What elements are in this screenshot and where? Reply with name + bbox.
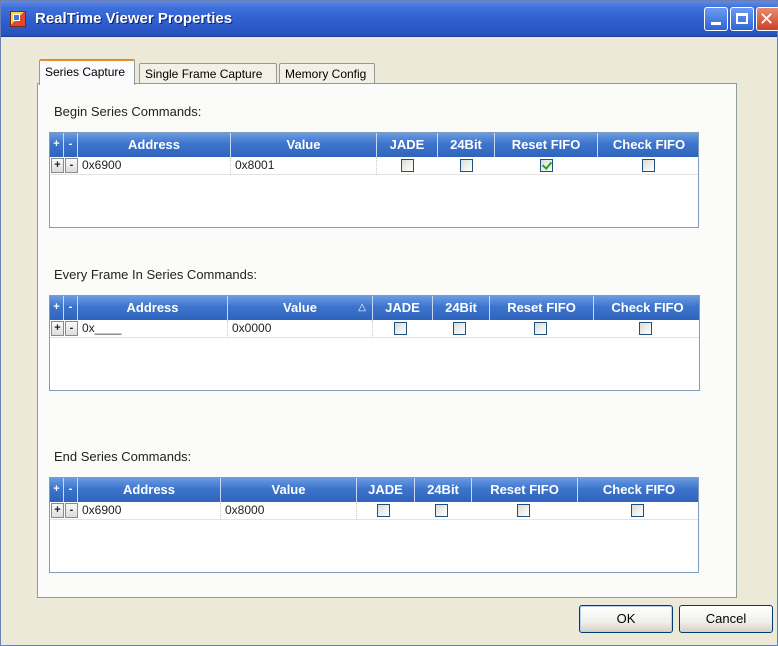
maximize-button[interactable]	[730, 7, 754, 31]
table-row: + - 0x6900 0x8001	[50, 157, 698, 175]
properties-dialog: RealTime Viewer Properties ✕ Series Capt…	[0, 0, 778, 646]
jade-checkbox[interactable]	[377, 504, 390, 517]
value-column-header[interactable]: Value	[231, 133, 377, 157]
bit24-column-header[interactable]: 24Bit	[433, 296, 490, 320]
address-cell[interactable]: 0x____	[78, 320, 228, 338]
value-cell[interactable]: 0x0000	[228, 320, 373, 338]
address-cell[interactable]: 0x6900	[78, 157, 231, 175]
reset-fifo-checkbox[interactable]	[540, 159, 553, 172]
reset-fifo-column-header[interactable]: Reset FIFO	[495, 133, 598, 157]
value-cell[interactable]: 0x8001	[231, 157, 377, 175]
bit24-checkbox[interactable]	[453, 322, 466, 335]
end-series-label: End Series Commands:	[54, 449, 192, 464]
close-icon: ✕	[759, 9, 775, 29]
check-fifo-checkbox[interactable]	[642, 159, 655, 172]
begin-series-label: Begin Series Commands:	[54, 104, 202, 119]
remove-column-header[interactable]: -	[64, 478, 78, 502]
cancel-button[interactable]: Cancel	[679, 605, 773, 633]
app-icon	[10, 11, 26, 27]
every-frame-grid: + - Address Value △ JADE 24Bit Reset FIF…	[49, 295, 700, 391]
window-title: RealTime Viewer Properties	[35, 10, 233, 27]
bit24-checkbox[interactable]	[435, 504, 448, 517]
value-column-header[interactable]: Value	[221, 478, 357, 502]
grid-header: + - Address Value JADE 24Bit Reset FIFO …	[50, 478, 698, 502]
check-fifo-column-header[interactable]: Check FIFO	[594, 296, 701, 320]
tab-series-capture[interactable]: Series Capture	[39, 59, 135, 85]
jade-column-header[interactable]: JADE	[377, 133, 438, 157]
minimize-icon	[711, 22, 721, 25]
close-button[interactable]: ✕	[756, 7, 778, 31]
every-frame-label: Every Frame In Series Commands:	[54, 267, 258, 282]
value-column-header[interactable]: Value △	[228, 296, 373, 320]
table-row: + - 0x____ 0x0000	[50, 320, 699, 338]
add-row-button[interactable]: +	[51, 158, 64, 173]
check-fifo-checkbox[interactable]	[639, 322, 652, 335]
remove-row-button[interactable]: -	[65, 158, 78, 173]
jade-column-header[interactable]: JADE	[373, 296, 433, 320]
add-column-header[interactable]: +	[50, 478, 64, 502]
check-fifo-column-header[interactable]: Check FIFO	[598, 133, 700, 157]
remove-column-header[interactable]: -	[64, 133, 78, 157]
remove-row-button[interactable]: -	[65, 321, 78, 336]
bit24-checkbox[interactable]	[460, 159, 473, 172]
tab-memory-config[interactable]: Memory Config	[279, 63, 375, 84]
check-fifo-checkbox[interactable]	[631, 504, 644, 517]
begin-series-grid: + - Address Value JADE 24Bit Reset FIFO …	[49, 132, 699, 228]
remove-row-button[interactable]: -	[65, 503, 78, 518]
ok-button[interactable]: OK	[579, 605, 673, 633]
add-column-header[interactable]: +	[50, 296, 64, 320]
tab-single-frame-capture[interactable]: Single Frame Capture	[139, 63, 277, 84]
add-column-header[interactable]: +	[50, 133, 64, 157]
reset-fifo-column-header[interactable]: Reset FIFO	[490, 296, 594, 320]
value-cell[interactable]: 0x8000	[221, 502, 357, 520]
check-fifo-column-header[interactable]: Check FIFO	[578, 478, 700, 502]
reset-fifo-checkbox[interactable]	[517, 504, 530, 517]
title-bar[interactable]: RealTime Viewer Properties ✕	[1, 1, 778, 37]
address-column-header[interactable]: Address	[78, 296, 228, 320]
grid-header: + - Address Value JADE 24Bit Reset FIFO …	[50, 133, 698, 157]
value-header-label: Value	[283, 300, 317, 315]
maximize-icon	[736, 13, 748, 24]
jade-column-header[interactable]: JADE	[357, 478, 415, 502]
reset-fifo-checkbox[interactable]	[534, 322, 547, 335]
address-cell[interactable]: 0x6900	[78, 502, 221, 520]
jade-checkbox[interactable]	[394, 322, 407, 335]
series-capture-panel: Begin Series Commands: + - Address Value…	[37, 83, 737, 598]
bit24-column-header[interactable]: 24Bit	[415, 478, 472, 502]
add-row-button[interactable]: +	[51, 321, 64, 336]
address-column-header[interactable]: Address	[78, 133, 231, 157]
jade-checkbox[interactable]	[401, 159, 414, 172]
reset-fifo-column-header[interactable]: Reset FIFO	[472, 478, 578, 502]
address-column-header[interactable]: Address	[78, 478, 221, 502]
grid-header: + - Address Value △ JADE 24Bit Reset FIF…	[50, 296, 699, 320]
remove-column-header[interactable]: -	[64, 296, 78, 320]
table-row: + - 0x6900 0x8000	[50, 502, 698, 520]
bit24-column-header[interactable]: 24Bit	[438, 133, 495, 157]
minimize-button[interactable]	[704, 7, 728, 31]
sort-ascending-icon: △	[358, 302, 366, 313]
end-series-grid: + - Address Value JADE 24Bit Reset FIFO …	[49, 477, 699, 573]
add-row-button[interactable]: +	[51, 503, 64, 518]
